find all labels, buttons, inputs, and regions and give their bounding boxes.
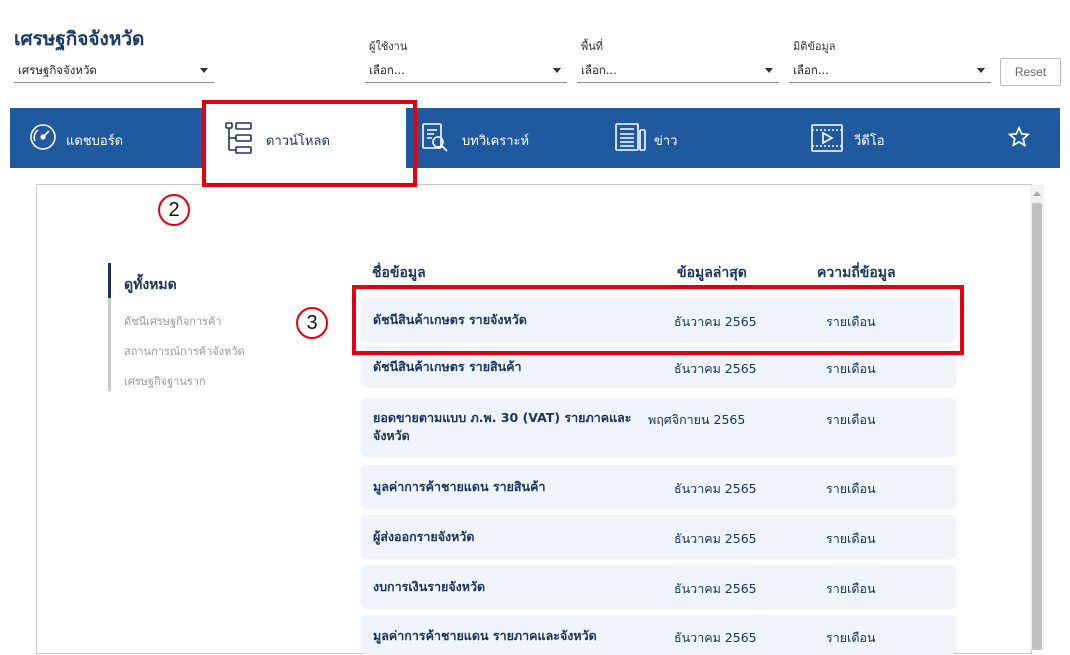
category-select[interactable]: เศรษฐกิจจังหวัด: [14, 57, 214, 83]
nav-news[interactable]: ข่าว: [602, 108, 798, 168]
user-filter-value: เลือก...: [369, 63, 405, 77]
highlight-first-row: [352, 285, 964, 355]
row-frequency: รายเดือน: [826, 361, 876, 376]
area-filter-value: เลือก...: [581, 63, 617, 77]
video-icon: [810, 122, 844, 158]
scrollbar[interactable]: [1030, 185, 1044, 650]
dimension-filter-select[interactable]: เลือก...: [789, 57, 991, 83]
nav-analysis-label: บทวิเคราะห์: [462, 134, 530, 149]
row-frequency: รายเดือน: [826, 481, 876, 496]
row-latest: ธันวาคม 2565: [674, 630, 757, 645]
row-frequency: รายเดือน: [826, 630, 876, 645]
nav-analysis[interactable]: บทวิเคราะห์: [406, 108, 602, 168]
column-header-name: ชื่อข้อมูล: [372, 265, 426, 281]
reset-button[interactable]: Reset: [1000, 58, 1061, 86]
dimension-filter-label: มิติข้อมูล: [793, 40, 836, 53]
column-header-latest: ข้อมูลล่าสุด: [677, 265, 747, 281]
row-name[interactable]: งบการเงินรายจังหวัด: [373, 578, 653, 596]
row-latest: ธันวาคม 2565: [674, 581, 757, 596]
nav-dashboard[interactable]: แดชบอร์ด: [10, 108, 206, 168]
chevron-down-icon: [553, 68, 561, 73]
row-name[interactable]: ดัชนีสินค้าเกษตร รายสินค้า: [373, 358, 653, 376]
page-title: เศรษฐกิจจังหวัด: [14, 28, 145, 50]
category-select-value: เศรษฐกิจจังหวัด: [18, 63, 97, 77]
star-icon: [1007, 125, 1031, 152]
nav-video-label: วีดีโอ: [854, 134, 885, 149]
row-latest: พฤศจิกายน 2565: [648, 412, 746, 427]
gauge-icon: [28, 122, 58, 156]
row-name[interactable]: ผู้ส่งออกรายจังหวัด: [373, 528, 653, 546]
step-marker-3: 3: [296, 307, 328, 339]
table-row[interactable]: ผู้ส่งออกรายจังหวัด ธันวาคม 2565 รายเดือ…: [361, 515, 956, 558]
scroll-up-icon[interactable]: [1033, 191, 1041, 196]
highlight-download-tab: [202, 100, 417, 187]
table-row[interactable]: งบการเงินรายจังหวัด ธันวาคม 2565 รายเดือ…: [361, 565, 956, 608]
table-row[interactable]: มูลค่าการค้าชายแดน รายภาคและจังหวัด ธันว…: [361, 615, 956, 655]
user-filter-label: ผู้ใช้งาน: [369, 40, 408, 53]
chevron-down-icon: [765, 68, 773, 73]
row-name[interactable]: มูลค่าการค้าชายแดน รายสินค้า: [373, 478, 653, 496]
row-frequency: รายเดือน: [826, 531, 876, 546]
dimension-filter-value: เลือก...: [793, 63, 829, 77]
scrollbar-thumb[interactable]: [1032, 203, 1042, 650]
nav-dashboard-label: แดชบอร์ด: [66, 134, 124, 149]
chevron-down-icon: [977, 68, 985, 73]
sidebar-item-trade-index[interactable]: ดัชนีเศรษฐกิจการค้า: [124, 312, 222, 330]
nav-news-label: ข่าว: [654, 134, 678, 149]
area-filter-label: พื้นที่: [581, 40, 604, 53]
row-latest: ธันวาคม 2565: [674, 361, 757, 376]
sidebar-item-all[interactable]: ดูทั้งหมด: [124, 274, 177, 296]
nav-favorite[interactable]: [974, 108, 1060, 168]
sidebar-item-trade-situation[interactable]: สถานการณ์การค้าจังหวัด: [124, 342, 245, 360]
row-frequency: รายเดือน: [826, 581, 876, 596]
chevron-down-icon: [200, 68, 208, 73]
row-name[interactable]: ยอดขายตามแบบ ภ.พ. 30 (VAT) รายภาคและจังห…: [373, 409, 653, 445]
row-frequency: รายเดือน: [826, 412, 876, 427]
document-search-icon: [420, 122, 450, 158]
row-latest: ธันวาคม 2565: [674, 531, 757, 546]
table-row[interactable]: มูลค่าการค้าชายแดน รายสินค้า ธันวาคม 256…: [361, 465, 956, 508]
user-filter-select[interactable]: เลือก...: [365, 57, 567, 83]
row-name[interactable]: มูลค่าการค้าชายแดน รายภาคและจังหวัด: [373, 627, 653, 645]
step-marker-2: 2: [158, 194, 190, 226]
table-row[interactable]: ยอดขายตามแบบ ภ.พ. 30 (VAT) รายภาคและจังห…: [361, 398, 956, 456]
newspaper-icon: [614, 122, 648, 158]
nav-video[interactable]: วีดีโอ: [798, 108, 974, 168]
column-header-frequency: ความถี่ข้อมูล: [817, 265, 896, 281]
area-filter-select[interactable]: เลือก...: [577, 57, 779, 83]
main-nav: แดชบอร์ด ดาวน์โหลด บทวิเคราะห์ ข่าว วีดี…: [10, 108, 1060, 168]
sidebar-active-indicator: [108, 263, 111, 298]
row-latest: ธันวาคม 2565: [674, 481, 757, 496]
sidebar-item-grassroots[interactable]: เศรษฐกิจฐานราก: [124, 372, 206, 390]
